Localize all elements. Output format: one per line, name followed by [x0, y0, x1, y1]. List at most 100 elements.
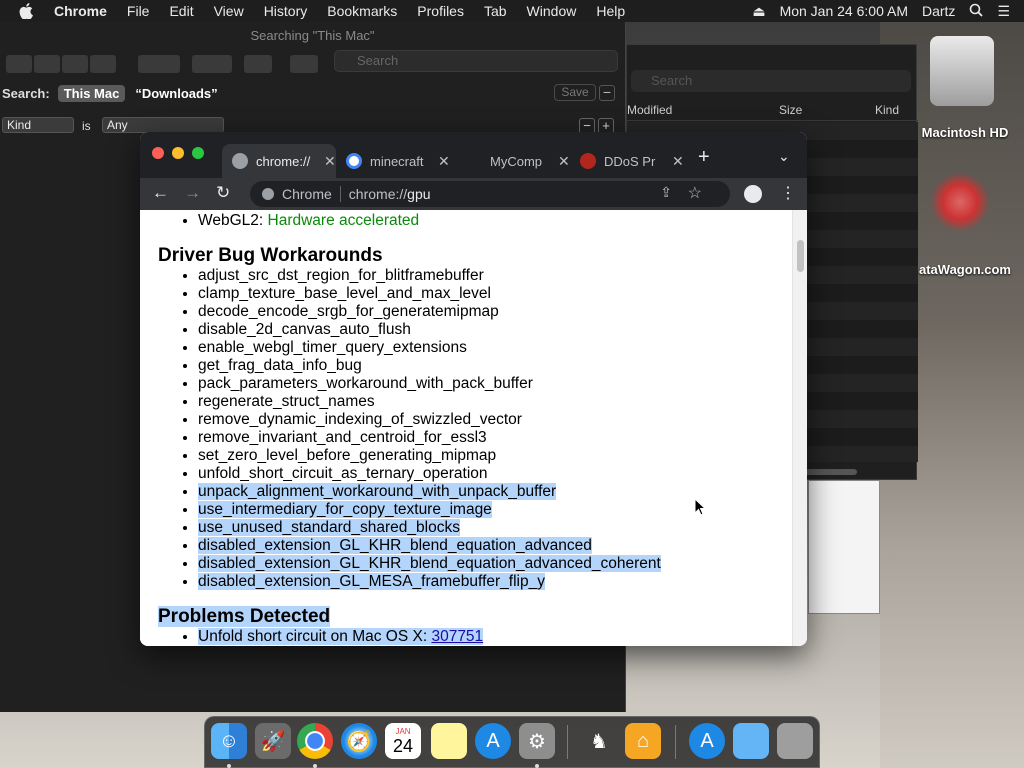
calendar-dock-icon[interactable]: JAN 24 [385, 723, 421, 759]
tab-search-chevron-icon[interactable]: ⌄ [778, 148, 790, 165]
datawagon-label[interactable]: ataWagon.com [905, 262, 1024, 277]
control-center-icon[interactable]: ☰ [997, 3, 1010, 20]
new-tab-button[interactable]: + [698, 146, 710, 169]
tag-button[interactable] [290, 55, 318, 73]
background-window-panel [808, 480, 880, 614]
apple-icon[interactable] [18, 3, 34, 19]
tab-title: DDoS Pr [604, 153, 656, 169]
url-host: gpu [407, 186, 431, 202]
calendar-month: JAN [395, 726, 411, 736]
minimize-window-button[interactable] [172, 147, 184, 159]
close-window-button[interactable] [152, 147, 164, 159]
navigation-toolbar: ← → ↻ Chrome chrome://gpu ⇪ ☆ ⋮ [140, 178, 807, 210]
profile-avatar-icon[interactable] [744, 185, 762, 203]
save-search-button[interactable]: Save [554, 84, 596, 101]
finder-search-input[interactable]: Search [334, 50, 618, 72]
downloads-folder-dock-icon[interactable] [733, 723, 769, 759]
tab-strip: chrome:// ✕ minecraft ✕ MyComp ✕ DDoS Pr… [140, 132, 807, 178]
close-tab-icon[interactable]: ✕ [438, 153, 450, 170]
mycomp-favicon-icon [466, 153, 482, 169]
clock[interactable]: Mon Jan 24 6:00 AM [780, 3, 908, 19]
icon-view-button[interactable] [6, 55, 32, 73]
finder-dock-icon[interactable]: ☺ [211, 723, 247, 759]
column-view-button[interactable] [62, 55, 88, 73]
app-store-dock-icon[interactable]: A [475, 723, 511, 759]
column-modified[interactable]: Modified [627, 103, 672, 117]
system-preferences-gear-icon[interactable]: ⚙ [519, 723, 555, 759]
workaround-item: get_frag_data_info_bug [198, 357, 792, 375]
menu-window[interactable]: Window [527, 3, 577, 19]
omnibox-site-label: Chrome [282, 186, 332, 202]
workaround-text: enable_webgl_timer_query_extensions [198, 339, 467, 356]
chrome-dock-icon[interactable] [297, 723, 333, 759]
tab-mycomp[interactable]: MyComp ✕ [456, 144, 570, 178]
menu-file[interactable]: File [127, 3, 150, 19]
remove-criteria-button[interactable]: − [599, 85, 615, 101]
column-size[interactable]: Size [779, 103, 802, 117]
tab-title: minecraft [370, 153, 424, 169]
chess-dock-icon[interactable]: ♞ [581, 723, 617, 759]
share-icon[interactable]: ⇪ [660, 184, 672, 201]
back-button[interactable]: ← [152, 183, 169, 203]
eject-icon[interactable]: ⏏ [752, 3, 765, 20]
close-tab-icon[interactable]: ✕ [558, 153, 570, 170]
scope-this-mac[interactable]: This Mac [57, 84, 126, 102]
app-store-downloads-dock-icon[interactable]: A [689, 723, 725, 759]
problem-bug-link[interactable]: 307751 [431, 628, 483, 645]
page-scrollbar[interactable] [792, 210, 807, 646]
dock-separator [567, 725, 568, 759]
menu-bookmarks[interactable]: Bookmarks [327, 3, 397, 19]
criteria-value-select[interactable]: Any [102, 117, 224, 133]
ddos-favicon-icon [580, 153, 596, 169]
spotlight-icon[interactable] [969, 3, 984, 20]
tab-minecraft[interactable]: minecraft ✕ [336, 144, 450, 178]
safari-dock-icon[interactable]: 🧭 [341, 723, 377, 759]
omnibox-url[interactable]: chrome://gpu [349, 186, 431, 202]
reload-button[interactable]: ↻ [216, 183, 230, 203]
tab-chrome-gpu[interactable]: chrome:// ✕ [222, 144, 336, 178]
action-gear-button[interactable] [192, 55, 232, 73]
criteria-attribute-select[interactable]: Kind [2, 117, 74, 133]
group-button[interactable] [138, 55, 180, 73]
scope-downloads[interactable]: “Downloads” [135, 86, 217, 101]
close-tab-icon[interactable]: ✕ [324, 153, 336, 170]
launchpad-dock-icon[interactable]: 🚀 [255, 723, 291, 759]
finder2-search-input[interactable]: Search [631, 70, 911, 92]
datawagon-icon[interactable] [930, 172, 990, 232]
menu-profiles[interactable]: Profiles [417, 3, 464, 19]
menu-view[interactable]: View [214, 3, 244, 19]
workaround-text: pack_parameters_workaround_with_pack_buf… [198, 375, 533, 392]
running-indicator [535, 764, 539, 768]
menu-history[interactable]: History [264, 3, 308, 19]
hard-drive-label[interactable]: Macintosh HD [905, 125, 1024, 140]
workaround-text: remove_invariant_and_centroid_for_essl3 [198, 429, 487, 446]
bookmark-star-icon[interactable]: ☆ [688, 183, 702, 203]
forward-button[interactable]: → [184, 183, 201, 203]
gallery-view-button[interactable] [90, 55, 116, 73]
menu-edit[interactable]: Edit [169, 3, 193, 19]
menu-app-chrome[interactable]: Chrome [54, 3, 107, 19]
feature-status: Hardware accelerated [267, 212, 420, 229]
scrollbar-thumb[interactable] [797, 240, 804, 272]
list-view-button[interactable] [34, 55, 60, 73]
workaround-item: use_unused_standard_shared_blocks [198, 519, 792, 537]
share-button[interactable] [244, 55, 272, 73]
chrome-menu-icon[interactable]: ⋮ [780, 183, 796, 203]
home-dock-icon[interactable]: ⌂ [625, 723, 661, 759]
workaround-item: set_zero_level_before_generating_mipmap [198, 447, 792, 465]
workaround-text: disabled_extension_GL_KHR_blend_equation… [198, 555, 661, 572]
menu-tab[interactable]: Tab [484, 3, 507, 19]
menu-help[interactable]: Help [596, 3, 625, 19]
trash-dock-icon[interactable] [777, 723, 813, 759]
user-name[interactable]: Dartz [922, 3, 955, 19]
close-tab-icon[interactable]: ✕ [672, 153, 684, 170]
hard-drive-icon[interactable] [930, 36, 994, 106]
workaround-text: get_frag_data_info_bug [198, 357, 362, 374]
omnibox[interactable]: Chrome chrome://gpu ⇪ ☆ [250, 181, 730, 207]
column-kind[interactable]: Kind [875, 103, 899, 117]
zoom-window-button[interactable] [192, 147, 204, 159]
workaround-text: set_zero_level_before_generating_mipmap [198, 447, 497, 464]
notes-dock-icon[interactable] [431, 723, 467, 759]
tab-ddos[interactable]: DDoS Pr ✕ [570, 144, 684, 178]
workaround-text: disable_2d_canvas_auto_flush [198, 321, 411, 338]
